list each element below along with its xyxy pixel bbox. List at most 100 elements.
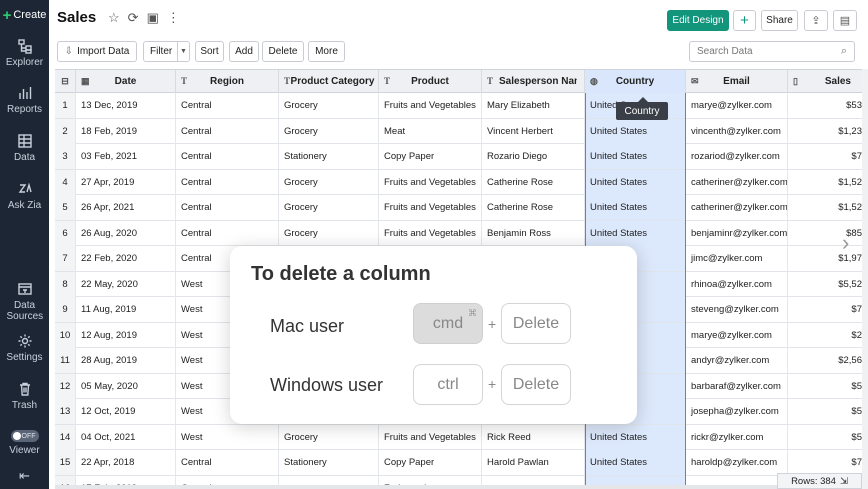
add-button[interactable]: + <box>733 10 756 31</box>
share-button[interactable]: Share <box>761 10 798 31</box>
product-cell[interactable]: Meat <box>379 118 482 144</box>
row-number[interactable]: 3 <box>55 144 76 169</box>
sidebar-item-trash[interactable]: Trash <box>0 381 49 411</box>
country-cell[interactable]: United States <box>585 450 686 475</box>
sales-cell[interactable]: $5 <box>788 424 863 450</box>
category-cell[interactable]: Grocery <box>279 169 379 195</box>
delete-button[interactable]: Delete <box>262 41 304 62</box>
sales-cell[interactable]: $2 <box>788 322 863 348</box>
select-all-icon[interactable]: ⊟ <box>55 70 76 93</box>
chevron-right-icon[interactable]: › <box>842 230 849 256</box>
chevron-down-icon[interactable]: ▼ <box>177 42 189 61</box>
search-input[interactable] <box>697 46 841 57</box>
country-cell[interactable]: United States <box>585 144 686 169</box>
email-cell[interactable]: josepha@zylker.com <box>686 399 788 424</box>
category-cell[interactable]: Grocery <box>279 424 379 450</box>
email-cell[interactable]: marye@zylker.com <box>686 93 788 118</box>
country-cell[interactable]: United States <box>585 169 686 195</box>
create-button[interactable]: + Create <box>0 4 49 26</box>
email-cell[interactable]: andyr@zylker.com <box>686 348 788 373</box>
sales-cell[interactable]: $1,97 <box>788 246 863 271</box>
salesperson-cell[interactable]: Vincent Herbert <box>482 118 585 144</box>
email-cell[interactable]: vincenth@zylker.com <box>686 118 788 144</box>
email-cell[interactable]: rozariod@zylker.com <box>686 144 788 169</box>
date-cell[interactable]: 22 May, 2020 <box>76 271 176 297</box>
email-cell[interactable]: haroldp@zylker.com <box>686 450 788 475</box>
row-number[interactable]: 8 <box>55 271 76 297</box>
country-cell[interactable]: United States <box>585 118 686 144</box>
email-cell[interactable]: jimc@zylker.com <box>686 246 788 271</box>
row-number[interactable]: 11 <box>55 348 76 373</box>
sales-cell[interactable]: $7 <box>788 144 863 169</box>
email-cell[interactable]: benjaminr@zylker.com <box>686 220 788 246</box>
country-cell[interactable]: United States <box>585 424 686 450</box>
product-cell[interactable]: Fruits and Vegetables <box>379 195 482 220</box>
table-row[interactable]: 6 26 Aug, 2020 Central Grocery Fruits and Ve… <box>55 220 863 246</box>
expand-icon[interactable]: ⇲ <box>840 476 848 487</box>
sidebar-item-viewer[interactable]: OFF Viewer <box>0 430 49 456</box>
sidebar-item-data[interactable]: Data <box>0 133 49 163</box>
date-cell[interactable]: 03 Feb, 2021 <box>76 144 176 169</box>
sidebar-item-settings[interactable]: Settings <box>0 333 49 363</box>
sidebar-item-reports[interactable]: Reports <box>0 85 49 115</box>
sales-cell[interactable]: $85 <box>788 220 863 246</box>
category-cell[interactable]: Grocery <box>279 118 379 144</box>
salesperson-cell[interactable]: Harold Pawlan <box>482 450 585 475</box>
search-box[interactable]: ⌕ <box>689 41 855 62</box>
salesperson-cell[interactable]: Rozario Diego <box>482 144 585 169</box>
region-cell[interactable]: Central <box>176 169 279 195</box>
table-row[interactable]: 2 18 Feb, 2019 Central Grocery Meat Vincent H… <box>55 118 863 144</box>
salesperson-cell[interactable]: Catherine Rose <box>482 169 585 195</box>
comment-button[interactable]: ▤ <box>833 10 857 31</box>
product-cell[interactable]: Fruits and Vegetables <box>379 93 482 118</box>
email-cell[interactable]: marye@zylker.com <box>686 322 788 348</box>
horizontal-scrollbar[interactable] <box>55 485 777 489</box>
salesperson-cell[interactable]: Rick Reed <box>482 424 585 450</box>
region-cell[interactable]: Central <box>176 450 279 475</box>
country-cell[interactable]: United States <box>585 220 686 246</box>
row-number[interactable]: 12 <box>55 373 76 399</box>
sidebar-item-ask-zia[interactable]: Ask Zia <box>0 181 49 211</box>
row-number[interactable]: 7 <box>55 246 76 271</box>
date-cell[interactable]: 04 Oct, 2021 <box>76 424 176 450</box>
date-cell[interactable]: 13 Dec, 2019 <box>76 93 176 118</box>
product-cell[interactable]: Fruits and Vegetables <box>379 169 482 195</box>
filter-button[interactable]: Filter ▼ <box>143 41 190 62</box>
column-header-salesperson[interactable]: TSalesperson Name <box>482 70 585 93</box>
product-cell[interactable]: Copy Paper <box>379 144 482 169</box>
date-cell[interactable]: 27 Apr, 2019 <box>76 169 176 195</box>
column-header-sales[interactable]: ▯ Sales <box>788 70 863 93</box>
column-header-date[interactable]: ▦ Date <box>76 70 176 93</box>
row-number[interactable]: 13 <box>55 399 76 424</box>
refresh-icon[interactable]: ⟳ <box>128 11 139 25</box>
email-cell[interactable]: catheriner@zylker.com <box>686 169 788 195</box>
country-cell[interactable]: United States <box>585 195 686 220</box>
region-cell[interactable]: Central <box>176 195 279 220</box>
table-row[interactable]: 4 27 Apr, 2019 Central Grocery Fruits and Ve… <box>55 169 863 195</box>
row-number[interactable]: 9 <box>55 297 76 322</box>
email-cell[interactable]: steveng@zylker.com <box>686 297 788 322</box>
date-cell[interactable]: 12 Aug, 2019 <box>76 322 176 348</box>
vertical-scrollbar[interactable] <box>862 69 868 489</box>
row-number[interactable]: 14 <box>55 424 76 450</box>
row-number[interactable]: 2 <box>55 118 76 144</box>
table-row[interactable]: 15 22 Apr, 2018 Central Stationery Copy Pape… <box>55 450 863 476</box>
email-cell[interactable]: rickr@zylker.com <box>686 424 788 450</box>
column-header-product[interactable]: T Product <box>379 70 482 93</box>
email-cell[interactable]: catheriner@zylker.com <box>686 195 788 220</box>
product-cell[interactable]: Fruits and Vegetables <box>379 220 482 246</box>
category-cell[interactable]: Stationery <box>279 144 379 169</box>
product-cell[interactable]: Fruits and Vegetables <box>379 424 482 450</box>
more-vertical-icon[interactable]: ⋮ <box>167 11 180 25</box>
category-cell[interactable]: Grocery <box>279 195 379 220</box>
table-row[interactable]: 14 04 Oct, 2021 West Grocery Fruits and Vege… <box>55 424 863 450</box>
export-button[interactable]: ⇪ <box>804 10 828 31</box>
sales-cell[interactable]: $1,23 <box>788 118 863 144</box>
email-cell[interactable]: rhinoa@zylker.com <box>686 271 788 297</box>
region-cell[interactable]: West <box>176 424 279 450</box>
row-number[interactable]: 15 <box>55 450 76 475</box>
date-cell[interactable]: 05 May, 2020 <box>76 373 176 399</box>
import-data-button[interactable]: ⇩ Import Data <box>57 41 137 62</box>
date-cell[interactable]: 11 Aug, 2019 <box>76 297 176 322</box>
edit-design-button[interactable]: Edit Design <box>667 10 729 31</box>
